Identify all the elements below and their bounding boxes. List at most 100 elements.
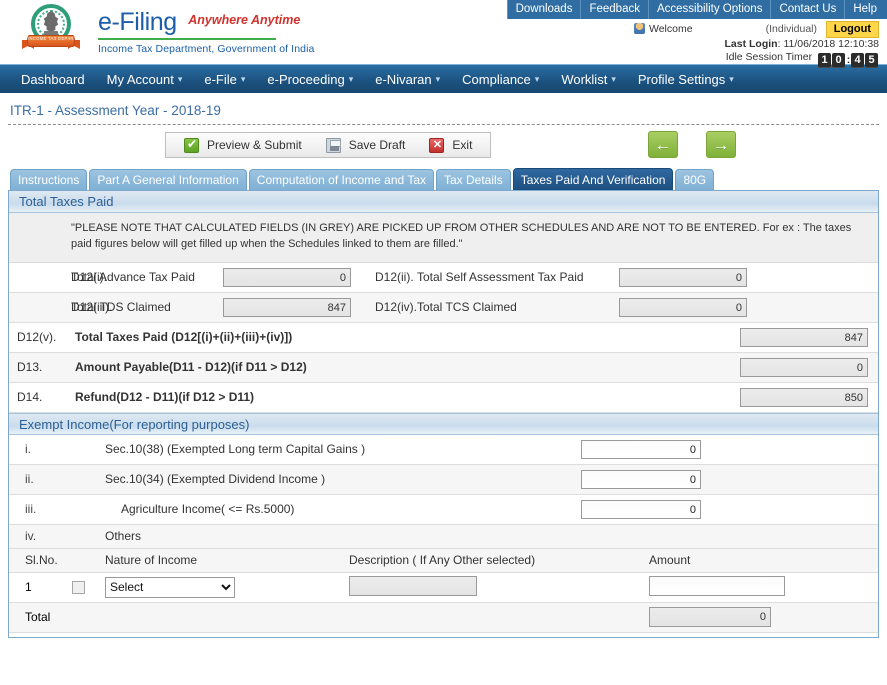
label-total-advance-tax-paid: Total Advance Tax Paid xyxy=(71,270,195,285)
row-number-iv: iv. xyxy=(25,529,37,544)
form-toolbar: Preview & Submit Save Draft Exit xyxy=(165,132,492,158)
timer-digit-1: 1 xyxy=(818,53,831,68)
chevron-down-icon: ▾ xyxy=(611,73,616,84)
department-logo: INCOME TAX DEPARTMENT xyxy=(14,2,92,60)
form-panel: Total Taxes Paid "PLEASE NOTE THAT CALCU… xyxy=(8,190,879,638)
label-total-tds-claimed: Total TDS Claimed xyxy=(71,300,171,315)
logout-button[interactable]: Logout xyxy=(825,21,879,38)
nav-label: My Account xyxy=(106,71,174,87)
nav-item-e-nivaran[interactable]: e-Nivaran ▾ xyxy=(364,65,451,94)
form-toolbar-row: Preview & Submit Save Draft Exit ← → xyxy=(0,125,887,167)
chevron-down-icon: ▾ xyxy=(729,73,734,84)
timer-digit-2: 0 xyxy=(832,53,845,68)
input-sec-10-38[interactable]: 0 xyxy=(581,439,701,459)
form-nav-arrows: ← → xyxy=(648,131,736,158)
nav-item-e-proceeding[interactable]: e-Proceeding ▾ xyxy=(256,65,364,94)
code-d12-iii: D12(iii). xyxy=(71,300,113,315)
label-others: Others xyxy=(105,529,142,544)
preview-submit-button[interactable]: Preview & Submit xyxy=(172,133,314,157)
cell-total-amount: 0 xyxy=(649,607,849,628)
amount-input[interactable] xyxy=(649,575,785,596)
column-header-nature-of-income: Nature of Income xyxy=(105,553,198,568)
row-d12-v: D12(v). Total Taxes Paid (D12[(i)+(ii)+(… xyxy=(9,322,878,353)
utility-links: Downloads Feedback Accessibility Options… xyxy=(506,0,887,19)
others-total-row: Total 0 xyxy=(9,602,878,633)
row-d12-iii-iv: D12(iii). Total TDS Claimed 847 D12(iv).… xyxy=(9,292,878,323)
nav-item-compliance[interactable]: Compliance ▾ xyxy=(451,65,550,94)
table-action-buttons: ✚ Add ✘ Delete xyxy=(9,632,878,637)
row-number-i: i. xyxy=(25,442,31,457)
timer-digit-4: 5 xyxy=(865,53,878,68)
row-d12-i-ii: D12(i). Total Advance Tax Paid 0 D12(ii)… xyxy=(9,262,878,293)
tab-taxes-paid-and-verification[interactable]: Taxes Paid And Verification xyxy=(512,168,674,190)
close-icon xyxy=(429,137,445,153)
floppy-disk-icon xyxy=(325,137,341,153)
exit-button[interactable]: Exit xyxy=(417,133,484,157)
tab-tax-details[interactable]: Tax Details xyxy=(436,169,511,190)
form-tabs: Instructions Part A General Information … xyxy=(0,167,887,190)
input-total-taxes-paid: 847 xyxy=(740,327,868,347)
previous-tab-button[interactable]: ← xyxy=(648,131,678,158)
nav-label: Compliance xyxy=(462,71,531,87)
tab-part-a-general-information[interactable]: Part A General Information xyxy=(89,169,247,190)
input-sec-10-34[interactable]: 0 xyxy=(581,469,701,489)
input-total-tds-claimed: 847 xyxy=(223,297,351,317)
label-agriculture-income: Agriculture Income( <= Rs.5000) xyxy=(121,502,295,517)
user-avatar-icon xyxy=(634,23,645,34)
link-feedback[interactable]: Feedback xyxy=(581,0,649,19)
table-row: 1 Select xyxy=(9,572,878,603)
link-downloads[interactable]: Downloads xyxy=(506,0,582,19)
link-contact-us[interactable]: Contact Us xyxy=(771,0,846,19)
chevron-down-icon: ▾ xyxy=(240,73,246,84)
next-tab-button[interactable]: → xyxy=(706,131,736,158)
tab-instructions[interactable]: Instructions xyxy=(10,169,88,190)
tab-80g[interactable]: 80G xyxy=(675,169,715,190)
code-d12-i: D12(i). xyxy=(71,270,108,285)
input-agriculture-income[interactable]: 0 xyxy=(581,499,701,519)
nav-item-dashboard[interactable]: Dashboard xyxy=(10,65,96,94)
nature-of-income-select[interactable]: Select xyxy=(105,576,235,598)
label-sec-10-38: Sec.10(38) (Exempted Long term Capital G… xyxy=(105,442,366,457)
account-type-text: (Individual) xyxy=(765,23,817,35)
nav-label: e-File xyxy=(204,71,237,87)
others-table-header: Sl.No. Nature of Income Description ( If… xyxy=(9,548,878,573)
link-help[interactable]: Help xyxy=(845,0,887,19)
emblem-banner: INCOME TAX DEPARTMENT xyxy=(22,33,80,50)
exit-label: Exit xyxy=(452,138,473,152)
row-d14: D14. Refund(D12 - D11)(if D12 > D11) 850 xyxy=(9,382,878,413)
nav-label: Profile Settings xyxy=(637,71,726,87)
tab-label: 80G xyxy=(683,173,707,187)
nav-label: e-Nivaran xyxy=(375,71,432,87)
idle-session-label: Idle Session Timer xyxy=(725,51,813,63)
row-exempt-i: i. Sec.10(38) (Exempted Long term Capita… xyxy=(9,434,878,465)
nav-item-my-account[interactable]: My Account ▾ xyxy=(96,65,194,94)
row-number-ii: ii. xyxy=(25,472,34,487)
brand-tagline: Anywhere Anytime xyxy=(188,13,301,27)
label-total-self-assessment-tax-paid: Total Self Assessment Tax Paid xyxy=(417,270,584,285)
chevron-down-icon: ▾ xyxy=(435,73,441,84)
check-icon xyxy=(184,137,199,153)
cell-nature-of-income: Select xyxy=(105,576,349,598)
cell-amount xyxy=(649,575,849,599)
nav-item-worklist[interactable]: Worklist ▾ xyxy=(550,65,627,94)
input-total-self-assessment-tax-paid: 0 xyxy=(619,267,747,287)
row-select-checkbox[interactable] xyxy=(71,580,85,594)
code-d14: D14. xyxy=(17,390,43,405)
total-amount-value: 0 xyxy=(649,607,771,628)
nav-item-e-file[interactable]: e-File ▾ xyxy=(193,65,256,94)
column-header-description: Description ( If Any Other selected) xyxy=(349,553,536,568)
chevron-down-icon: ▾ xyxy=(534,73,540,84)
nav-item-profile-settings[interactable]: Profile Settings ▾ xyxy=(627,65,745,94)
tab-computation-of-income-and-tax[interactable]: Computation of Income and Tax xyxy=(248,169,434,190)
banner-text: INCOME TAX DEPARTMENT xyxy=(28,36,74,41)
label-total-taxes-paid: Total Taxes Paid (D12[(i)+(ii)+(iii)+(iv… xyxy=(75,330,293,345)
link-accessibility-options[interactable]: Accessibility Options xyxy=(649,0,772,19)
calculated-fields-note: "PLEASE NOTE THAT CALCULATED FIELDS (IN … xyxy=(9,213,878,263)
nav-label: Worklist xyxy=(561,71,608,87)
row-exempt-iii: iii. Agriculture Income( <= Rs.5000) 0 xyxy=(9,494,878,525)
input-total-advance-tax-paid: 0 xyxy=(223,267,351,287)
save-draft-label: Save Draft xyxy=(348,138,406,152)
save-draft-button[interactable]: Save Draft xyxy=(314,133,418,157)
brand-block: e-Filing Anywhere Anytime Income Tax Dep… xyxy=(98,8,314,55)
timer-digit-3: 4 xyxy=(851,53,864,68)
